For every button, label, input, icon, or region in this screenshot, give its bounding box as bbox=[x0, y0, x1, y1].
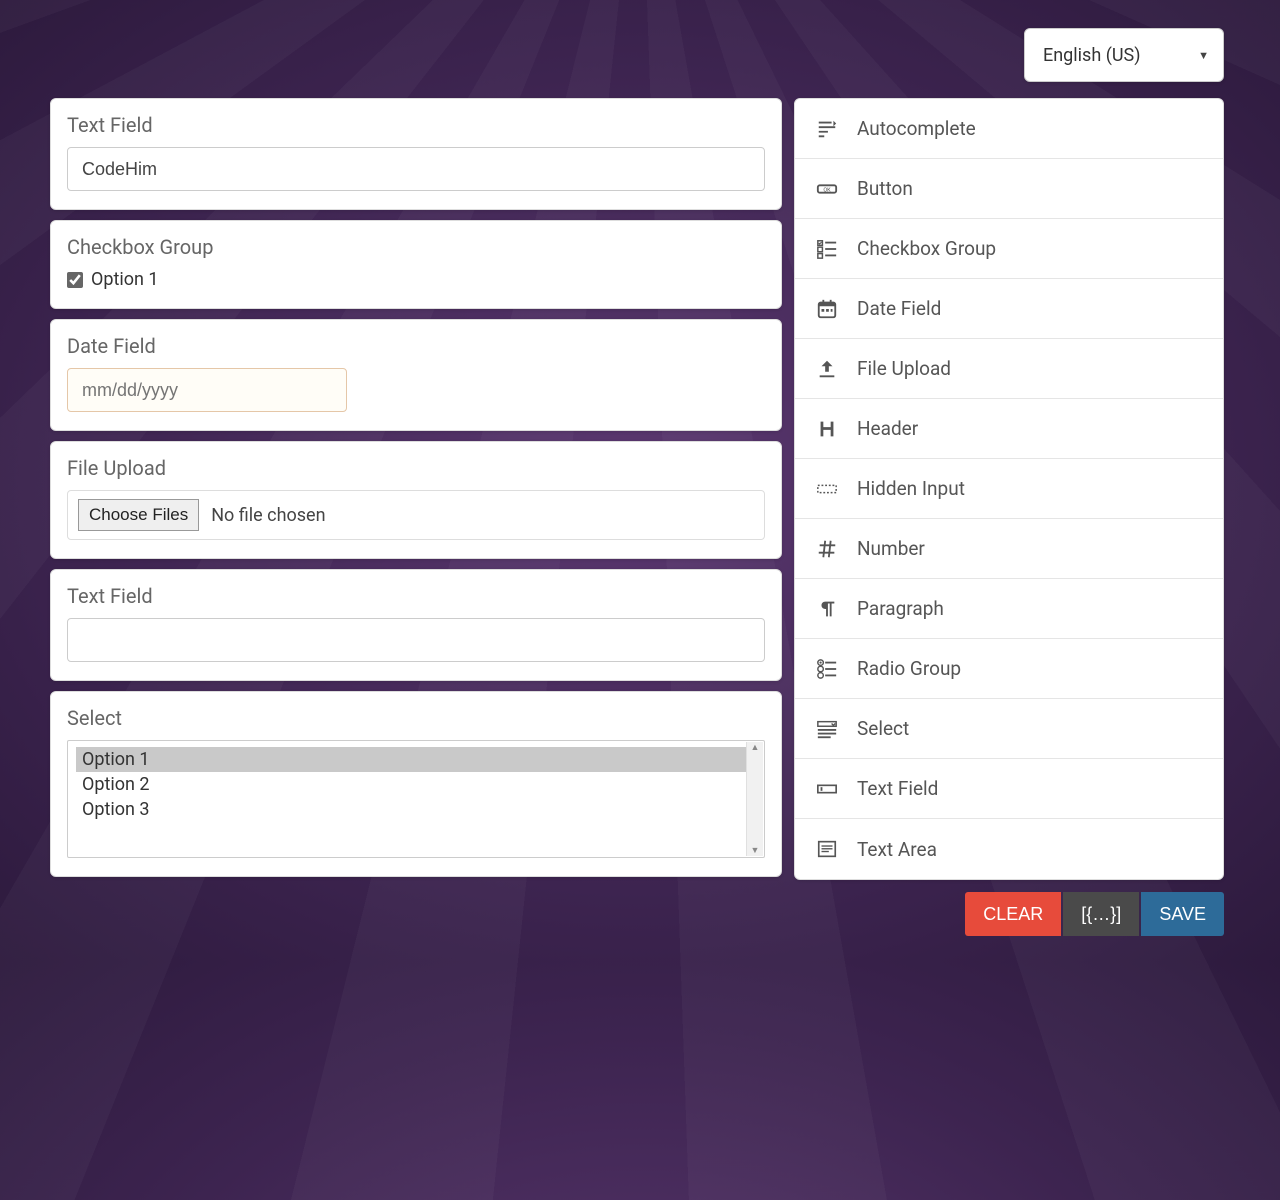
select-listbox[interactable]: Option 1 Option 2 Option 3 ▲ ▼ bbox=[67, 740, 765, 858]
palette-item-label: Select bbox=[857, 717, 909, 740]
palette-item-autocomplete[interactable]: Autocomplete bbox=[795, 99, 1223, 159]
palette-item-number[interactable]: Number bbox=[795, 519, 1223, 579]
palette-item-label: Date Field bbox=[857, 297, 941, 320]
select-option[interactable]: Option 2 bbox=[76, 772, 756, 797]
canvas-item-text-0[interactable]: Text Field bbox=[50, 98, 782, 210]
language-select-value: English (US) bbox=[1043, 45, 1141, 66]
palette-item-button[interactable]: OK Button bbox=[795, 159, 1223, 219]
checkbox-option-label: Option 1 bbox=[91, 269, 159, 290]
field-label: Text Field bbox=[67, 113, 765, 137]
upload-icon bbox=[815, 357, 839, 381]
hash-icon bbox=[815, 537, 839, 561]
component-palette: Autocomplete OK Button Checkbox Group Da… bbox=[794, 98, 1224, 880]
field-label: Checkbox Group bbox=[67, 235, 765, 259]
field-label: Date Field bbox=[67, 334, 765, 358]
palette-item-label: Autocomplete bbox=[857, 117, 976, 140]
checkbox-group-icon bbox=[815, 237, 839, 261]
palette-item-label: Text Area bbox=[857, 838, 937, 861]
checkbox-input[interactable] bbox=[67, 272, 83, 288]
palette-item-label: Paragraph bbox=[857, 597, 944, 620]
header-icon bbox=[815, 417, 839, 441]
text-input[interactable] bbox=[67, 147, 765, 191]
topbar: English (US) bbox=[1024, 28, 1224, 82]
select-option[interactable]: Option 1 bbox=[76, 747, 756, 772]
canvas-item-select-5[interactable]: Select Option 1 Option 2 Option 3 ▲ ▼ bbox=[50, 691, 782, 877]
palette-item-label: Header bbox=[857, 417, 918, 440]
palette-item-date-field[interactable]: Date Field bbox=[795, 279, 1223, 339]
file-input-row: Choose Files No file chosen bbox=[67, 490, 765, 540]
palette-column: Autocomplete OK Button Checkbox Group Da… bbox=[794, 98, 1224, 938]
action-buttons: CLEAR [{…}] SAVE bbox=[794, 892, 1224, 936]
palette-item-label: Hidden Input bbox=[857, 477, 965, 500]
palette-item-select[interactable]: Select bbox=[795, 699, 1223, 759]
text-area-icon bbox=[815, 837, 839, 861]
field-label: Select bbox=[67, 706, 765, 730]
canvas-item-file-3[interactable]: File Upload Choose Files No file chosen bbox=[50, 441, 782, 559]
palette-item-header[interactable]: Header bbox=[795, 399, 1223, 459]
palette-item-hidden-input[interactable]: Hidden Input bbox=[795, 459, 1223, 519]
field-label: Text Field bbox=[67, 584, 765, 608]
scroll-down-icon[interactable]: ▼ bbox=[751, 845, 760, 856]
palette-item-paragraph[interactable]: Paragraph bbox=[795, 579, 1223, 639]
palette-item-label: Button bbox=[857, 177, 913, 200]
autocomplete-icon bbox=[815, 117, 839, 141]
json-button[interactable]: [{…}] bbox=[1063, 892, 1139, 936]
clear-button[interactable]: CLEAR bbox=[965, 892, 1061, 936]
checkbox-option[interactable]: Option 1 bbox=[67, 269, 765, 290]
svg-text:OK: OK bbox=[823, 187, 831, 193]
date-input[interactable] bbox=[67, 368, 347, 412]
select-option[interactable]: Option 3 bbox=[76, 797, 756, 822]
palette-item-label: File Upload bbox=[857, 357, 951, 380]
canvas-item-date-2[interactable]: Date Field bbox=[50, 319, 782, 431]
choose-files-button[interactable]: Choose Files bbox=[78, 499, 199, 531]
palette-item-checkbox-group[interactable]: Checkbox Group bbox=[795, 219, 1223, 279]
hidden-input-icon bbox=[815, 477, 839, 501]
language-select[interactable]: English (US) bbox=[1024, 28, 1224, 82]
button-icon: OK bbox=[815, 177, 839, 201]
select-icon bbox=[815, 717, 839, 741]
palette-item-text-area[interactable]: Text Area bbox=[795, 819, 1223, 879]
text-field-icon bbox=[815, 777, 839, 801]
text-input[interactable] bbox=[67, 618, 765, 662]
select-scrollbar[interactable]: ▲ ▼ bbox=[746, 742, 763, 856]
radio-group-icon bbox=[815, 657, 839, 681]
palette-item-file-upload[interactable]: File Upload bbox=[795, 339, 1223, 399]
scroll-up-icon[interactable]: ▲ bbox=[751, 742, 760, 753]
palette-item-label: Text Field bbox=[857, 777, 938, 800]
form-canvas: Text Field Checkbox Group Option 1 Date … bbox=[50, 98, 782, 938]
palette-item-label: Checkbox Group bbox=[857, 237, 996, 260]
save-button[interactable]: SAVE bbox=[1141, 892, 1224, 936]
workspace: Text Field Checkbox Group Option 1 Date … bbox=[50, 98, 1224, 938]
field-label: File Upload bbox=[67, 456, 765, 480]
canvas-item-checkbox-1[interactable]: Checkbox Group Option 1 bbox=[50, 220, 782, 309]
palette-item-radio-group[interactable]: Radio Group bbox=[795, 639, 1223, 699]
palette-item-label: Radio Group bbox=[857, 657, 961, 680]
palette-item-text-field[interactable]: Text Field bbox=[795, 759, 1223, 819]
file-status-text: No file chosen bbox=[211, 505, 325, 526]
palette-item-label: Number bbox=[857, 537, 925, 560]
paragraph-icon bbox=[815, 597, 839, 621]
calendar-icon bbox=[815, 297, 839, 321]
canvas-item-text-4[interactable]: Text Field bbox=[50, 569, 782, 681]
